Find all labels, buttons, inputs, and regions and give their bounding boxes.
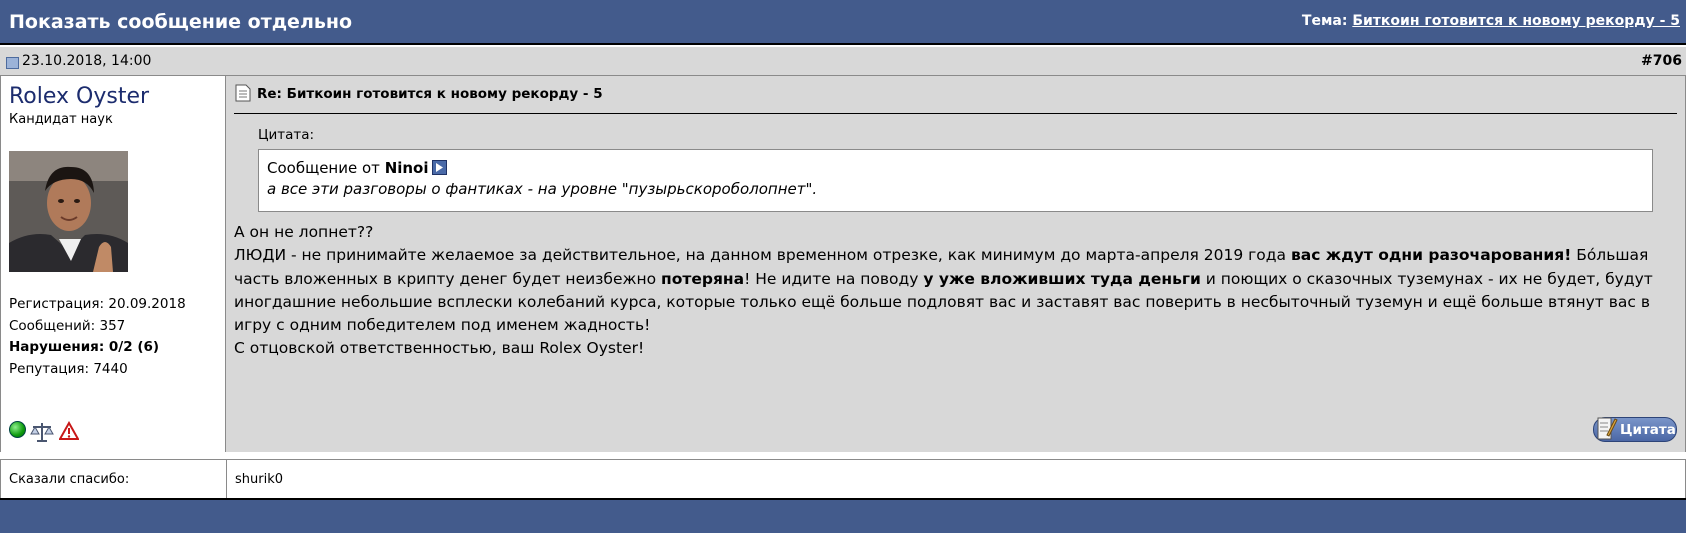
message-bold: у уже вложивших туда деньги [923, 269, 1201, 288]
thread-prefix: Тема: [1301, 13, 1348, 29]
message-paragraph: ЛЮДИ - не принимайте желаемое за действи… [234, 244, 1674, 337]
user-panel: Rolex Oyster Кандидат наук Регистрация: … [0, 76, 226, 452]
user-violations: Нарушения: 0/2 (6) [9, 339, 160, 355]
post-message: А он не лопнет?? ЛЮДИ - не принимайте же… [234, 221, 1674, 361]
post-number-link[interactable]: #706 [1641, 53, 1682, 69]
message-bold: вас ждут одни разочарования! [1290, 246, 1572, 265]
quote-pencil-icon [1596, 415, 1618, 441]
warning-icon[interactable] [58, 420, 80, 445]
user-title: Кандидат наук [9, 112, 113, 127]
message-line-1: А он не лопнет?? [234, 223, 374, 241]
user-reputation: Репутация: 7440 [9, 360, 128, 377]
thanks-row: Сказали спасибо: shurik0 [0, 459, 1686, 499]
message-text: ЛЮДИ - не принимайте желаемое за действи… [234, 246, 1291, 265]
post-date: 23.10.2018, 14:00 [22, 53, 152, 69]
user-info: Регистрация: 20.09.2018 Сообщений: 357 Н… [9, 294, 186, 380]
quote-author: Ninoi [384, 159, 429, 177]
quote-button-label: Цитата [1620, 422, 1676, 438]
quote-box: Сообщение от Ninoi а все эти разговоры о… [258, 149, 1653, 212]
quote-label: Цитата: [258, 127, 315, 143]
quote-button[interactable]: Цитата [1593, 417, 1677, 442]
quote-from-prefix: Сообщение от [267, 159, 380, 177]
post-meta-bar: 23.10.2018, 14:00 #706 [0, 47, 1686, 76]
thread-info: Тема: Биткоин готовится к новому рекорду… [1302, 13, 1680, 29]
user-registration: Регистрация: 20.09.2018 [9, 296, 186, 312]
avatar[interactable] [9, 151, 128, 272]
user-messages: Сообщений: 357 [9, 317, 126, 334]
thanks-divider [226, 460, 227, 499]
username-link[interactable]: Rolex Oyster [9, 84, 149, 109]
message-signature: С отцовской ответственностью, ваш Rolex … [234, 339, 645, 358]
post-icon [6, 57, 19, 69]
post-title: Re: Биткоин готовится к новому рекорду -… [257, 86, 603, 102]
message-text: ! Не идите на поводу [744, 269, 924, 288]
page-footer-bar [0, 498, 1686, 533]
thanks-label: Сказали спасибо: [9, 472, 130, 487]
post-title-divider [234, 113, 1677, 114]
quote-text: а все эти разговоры о фантиках - на уров… [267, 180, 818, 198]
page-header: Показать сообщение отдельно Тема: Биткои… [0, 0, 1686, 45]
quote-source: Сообщение от Ninoi [267, 158, 1644, 178]
view-post-arrow-icon[interactable] [431, 160, 447, 175]
message-bold: потеряна [661, 269, 745, 288]
post-title-icon [235, 84, 251, 102]
thanks-user-link[interactable]: shurik0 [235, 472, 283, 487]
page-title: Показать сообщение отдельно [9, 11, 353, 33]
thread-link[interactable]: Биткоин готовится к новому рекорду - 5 [1352, 13, 1680, 29]
post-body: Re: Биткоин готовится к новому рекорду -… [226, 76, 1686, 452]
scales-icon[interactable] [30, 421, 54, 447]
online-status-icon [9, 421, 26, 438]
